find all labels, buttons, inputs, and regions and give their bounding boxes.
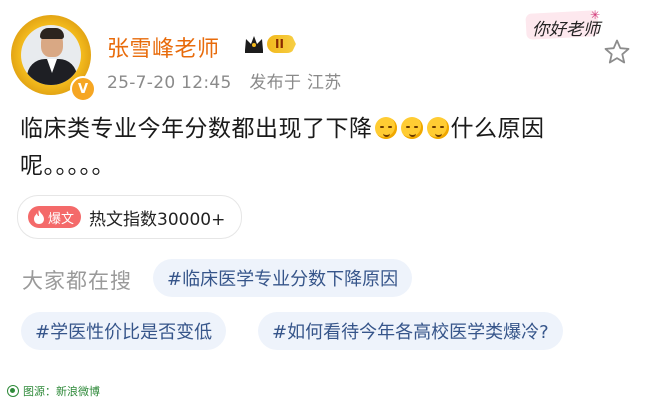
hot-index-chip[interactable]: 爆文 热文指数30000+ <box>17 195 243 239</box>
post-text-line1: 临床类专业今年分数都出现了下降 <box>20 116 373 142</box>
member-level-badge[interactable]: II <box>243 34 296 54</box>
flame-icon <box>34 210 44 224</box>
post-meta: 25-7-20 12:45 发布于 江苏 <box>107 68 342 93</box>
search-tag[interactable]: #学医性价比是否变低 <box>21 312 227 350</box>
search-tag[interactable]: #临床医学专业分数下降原因 <box>153 259 413 297</box>
hot-badge: 爆文 <box>28 206 82 228</box>
greeting-sticker: 你好老师 ✳ <box>520 6 604 44</box>
source-icon <box>7 385 19 397</box>
favorite-star-icon[interactable] <box>603 38 631 66</box>
hot-index-text: 热文指数30000+ <box>89 209 226 230</box>
author-avatar[interactable]: V <box>11 15 96 102</box>
sparkle-icon: ✳ <box>590 8 601 22</box>
post-location: 发布于 江苏 <box>249 73 342 93</box>
post-text-line1-end: 什么原因 <box>450 116 545 142</box>
level-label: II <box>267 35 296 53</box>
crown-icon <box>245 36 263 53</box>
credit-text: 图源：新浪微博 <box>23 385 100 398</box>
image-credit: 图源：新浪微博 <box>7 383 100 399</box>
author-name[interactable]: 张雪峰老师 <box>107 31 220 63</box>
trending-search-label: 大家都在搜 <box>22 269 132 293</box>
post-time: 25-7-20 12:45 <box>107 73 232 93</box>
thinking-face-icon <box>426 117 449 139</box>
post-body: 临床类专业今年分数都出现了下降 什么原因 呢。。。。。 <box>20 111 620 185</box>
thinking-face-icon <box>374 117 397 139</box>
thinking-face-icon <box>400 117 423 139</box>
verified-badge-icon: V <box>70 76 96 102</box>
hot-badge-label: 爆文 <box>48 211 75 227</box>
search-tag[interactable]: #如何看待今年各高校医学类爆冷? <box>258 312 563 350</box>
avatar-photo <box>21 25 81 85</box>
post-text-line2: 呢。。。。。 <box>20 153 115 179</box>
